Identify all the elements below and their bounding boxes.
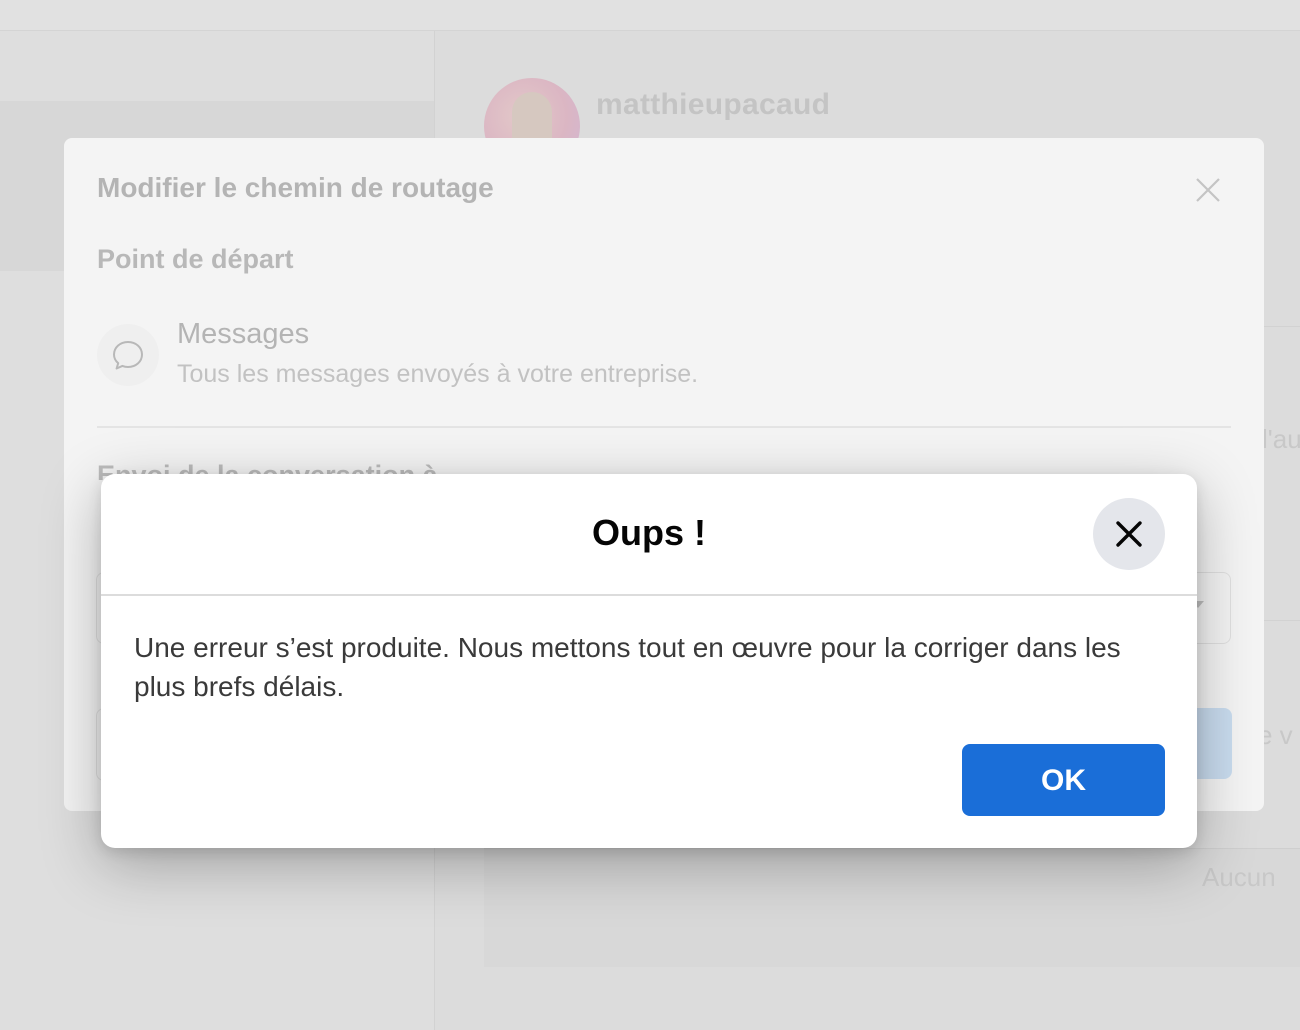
divider	[97, 426, 1231, 428]
empty-state-text: Aucun	[1202, 862, 1276, 892]
error-message: Une erreur s’est produite. Nous mettons …	[134, 632, 1121, 702]
dialog-header: Oups !	[101, 474, 1197, 596]
divider	[1264, 326, 1300, 327]
background-card	[484, 848, 1300, 967]
profile-username: matthieupacaud	[596, 88, 831, 121]
start-point-description: Tous les messages envoyés à votre entrep…	[177, 360, 699, 388]
chat-bubble-icon	[97, 324, 159, 386]
close-button[interactable]	[1093, 498, 1165, 570]
close-icon	[1116, 521, 1142, 547]
routing-modal-title: Modifier le chemin de routage	[97, 172, 494, 203]
ok-button[interactable]: OK	[962, 744, 1165, 816]
divider	[1264, 620, 1300, 621]
section-title-start: Point de départ	[97, 244, 294, 274]
side-text: l'au	[1262, 424, 1300, 454]
error-dialog: Oups ! Une erreur s’est produite. Nous m…	[101, 474, 1197, 848]
dialog-title: Oups !	[592, 512, 706, 553]
start-point-title: Messages	[177, 318, 310, 350]
top-bar	[0, 0, 1300, 31]
close-icon[interactable]	[1194, 176, 1222, 204]
